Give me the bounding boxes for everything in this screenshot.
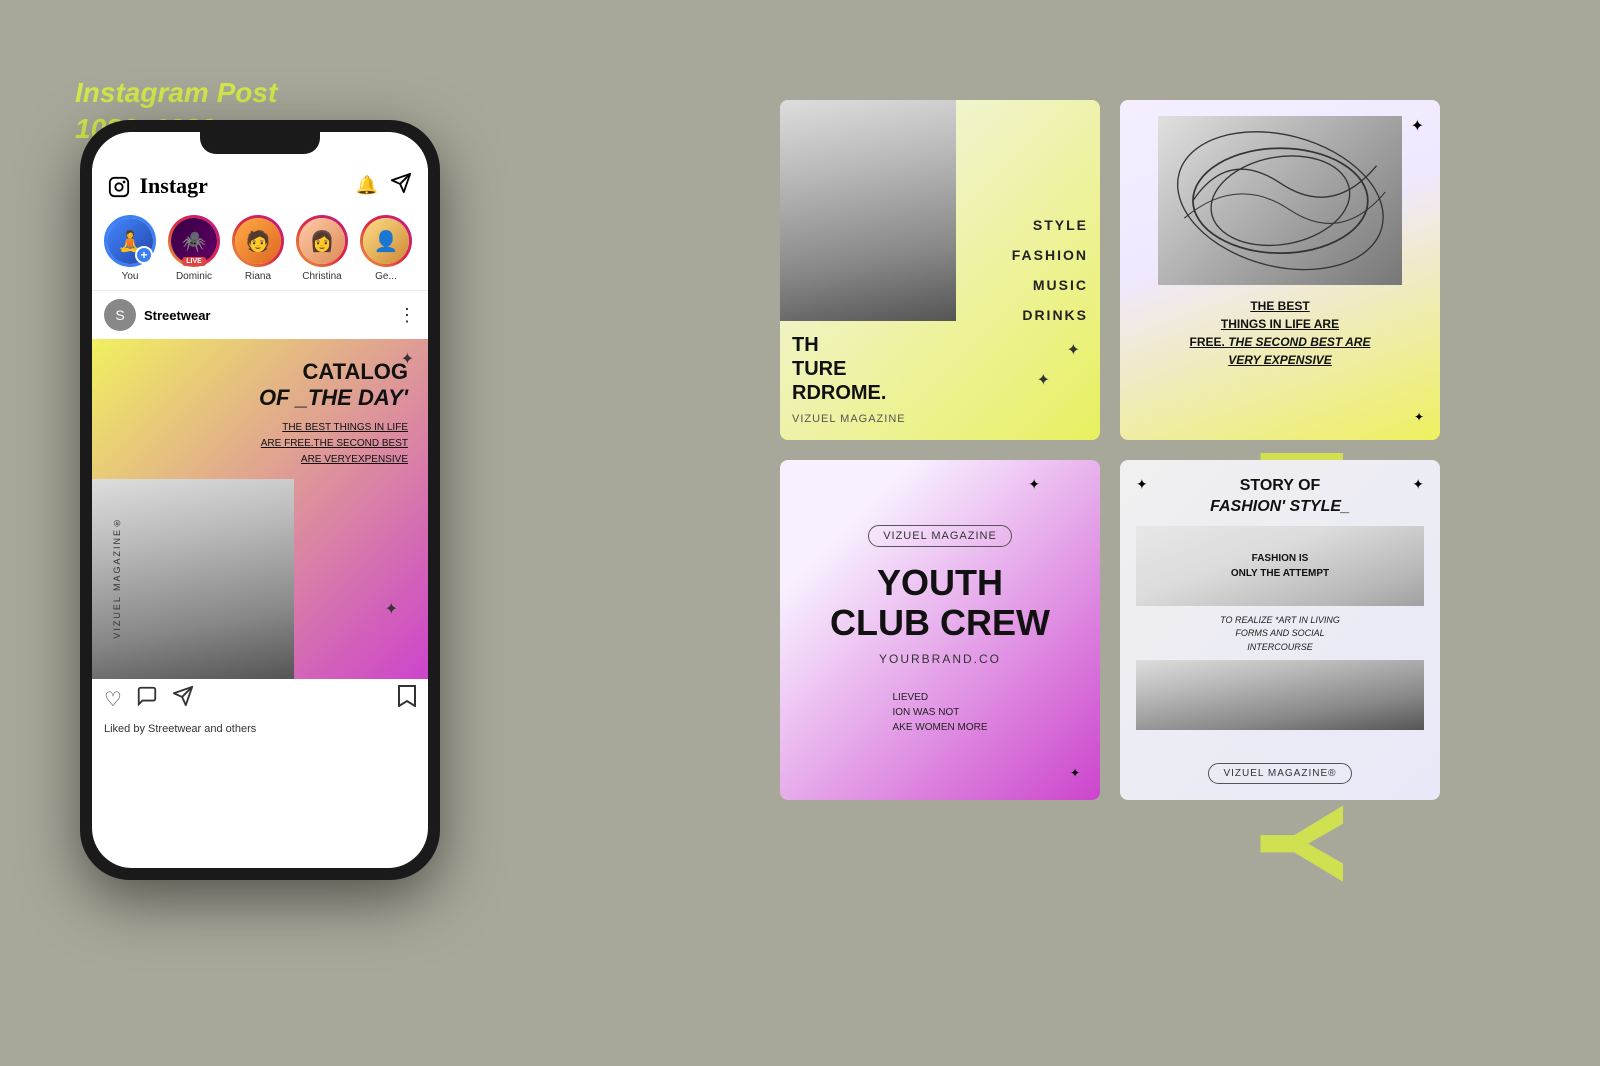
comment-icon[interactable] — [136, 685, 158, 713]
post-catalog-title: CATALOG OF _THE DAY' — [112, 359, 408, 412]
save-icon[interactable] — [398, 685, 416, 713]
card2-photo — [1158, 116, 1403, 285]
menu-item-style: STYLE — [968, 217, 1088, 233]
sparkle-c4l: ✦ — [1136, 476, 1148, 493]
card1-menu: STYLE FASHION MUSIC DRINKS — [956, 100, 1100, 440]
card4-photo1: FASHION IS ONLY THE ATTEMPT — [1136, 526, 1424, 606]
card-style-fashion: TH TURE RDROME. VIZUEL MAGAZINE STYLE FA… — [780, 100, 1100, 440]
card3-brand: YOURBRAND.CO — [879, 652, 1001, 666]
notification-icon[interactable]: 🔔 — [356, 175, 378, 196]
card3-title: YOUTH CLUB CREW — [830, 563, 1050, 642]
post-vertical-brand: VIZUEL MAGAZINE® — [112, 516, 122, 639]
post-options-icon[interactable]: ⋮ — [398, 305, 416, 326]
cards-grid: TH TURE RDROME. VIZUEL MAGAZINE STYLE FA… — [780, 100, 1440, 800]
story-item-christina[interactable]: 👩 Christina — [296, 215, 348, 282]
card3-badge: VIZUEL MAGAZINE — [868, 525, 1012, 547]
card1-left: TH TURE RDROME. VIZUEL MAGAZINE — [780, 100, 956, 440]
card-best-things: THE BEST THINGS IN LIFE ARE FREE. THE SE… — [1120, 100, 1440, 440]
card4-photo1-overlay: FASHION IS ONLY THE ATTEMPT — [1136, 526, 1424, 606]
instagram-logo-text: Instagr — [140, 173, 208, 198]
sparkle-icon-c1a: ✦ — [1067, 340, 1080, 360]
story-item-ge[interactable]: 👤 Ge... — [360, 215, 412, 282]
card1-bottom: TH TURE RDROME. VIZUEL MAGAZINE — [780, 321, 956, 437]
phone-mockup: Instagr 🔔 — [80, 120, 460, 940]
menu-item-drinks: DRINKS — [968, 307, 1088, 323]
card1-heading: TH TURE RDROME. — [792, 333, 944, 405]
card-story-fashion: ✦ STORY OF FASHION' STYLE_ ✦ FASHION IS … — [1120, 460, 1440, 800]
sparkle-c3b: ✦ — [1070, 766, 1080, 780]
title-line1: Instagram Post — [75, 75, 277, 111]
card2-quote: THE BEST THINGS IN LIFE ARE FREE. THE SE… — [1190, 297, 1371, 369]
card4-header: ✦ STORY OF FASHION' STYLE_ ✦ — [1136, 476, 1424, 518]
card4-quote: TO REALIZE *ART IN LIVING FORMS AND SOCI… — [1136, 614, 1424, 655]
like-icon[interactable]: ♡ — [104, 687, 122, 712]
direct-message-icon[interactable] — [390, 172, 412, 199]
post-subtitle: THE BEST THINGS IN LIFE ARE FREE.THE SEC… — [112, 420, 408, 468]
card1-brand: VIZUEL MAGAZINE — [792, 413, 944, 425]
sparkle-c2: ✦ — [1411, 116, 1424, 136]
card4-photo2 — [1136, 660, 1424, 730]
instagram-logo: Instagr — [108, 173, 208, 199]
post-avatar: S — [104, 299, 136, 331]
post-header: S Streetwear ⋮ — [92, 290, 428, 339]
story-label-ge: Ge... — [375, 271, 397, 282]
story-label-you: You — [122, 271, 139, 282]
stories-row: 🧘 + You 🕷️ LIVE Dominic — [92, 207, 428, 290]
story-item-riana[interactable]: 🧑 Riana — [232, 215, 284, 282]
post-content-card: CATALOG OF _THE DAY' THE BEST THINGS IN … — [92, 339, 428, 679]
card3-quote: LIEVED ION WAS NOT AKE WOMEN MORE — [892, 690, 987, 735]
post-username: Streetwear — [144, 308, 398, 323]
card4-brand-badge: VIZUEL MAGAZINE® — [1208, 763, 1351, 784]
sparkle-c2b: ✦ — [1414, 410, 1424, 424]
sparkle-icon: ✦ — [401, 349, 414, 369]
story-item-you[interactable]: 🧘 + You — [104, 215, 156, 282]
post-actions: ♡ — [92, 679, 428, 719]
story-label-riana: Riana — [245, 271, 271, 282]
card-youth-club: VIZUEL MAGAZINE YOUTH CLUB CREW YOURBRAN… — [780, 460, 1100, 800]
sparkle-icon-c1b: ✦ — [1037, 370, 1050, 390]
story-label-christina: Christina — [302, 271, 341, 282]
share-icon[interactable] — [172, 685, 194, 713]
instagram-action-icons: 🔔 — [356, 172, 412, 199]
story-item-dominic[interactable]: 🕷️ LIVE Dominic — [168, 215, 220, 282]
phone-outer: Instagr 🔔 — [80, 120, 440, 880]
menu-item-music: MUSIC — [968, 277, 1088, 293]
post-liked-text: Liked by Streetwear and others — [92, 719, 428, 739]
menu-item-fashion: FASHION — [968, 247, 1088, 263]
sparkle-icon-2: ✦ — [385, 599, 398, 619]
sparkle-c3: ✦ — [1028, 476, 1040, 493]
card4-title: STORY OF FASHION' STYLE_ — [1148, 476, 1413, 518]
sparkle-c4r: ✦ — [1412, 476, 1424, 493]
phone-screen: Instagr 🔔 — [92, 132, 428, 868]
phone-notch — [200, 132, 320, 154]
story-label-dominic: Dominic — [176, 271, 212, 282]
card1-photo — [780, 100, 956, 321]
post-photo — [92, 479, 294, 679]
